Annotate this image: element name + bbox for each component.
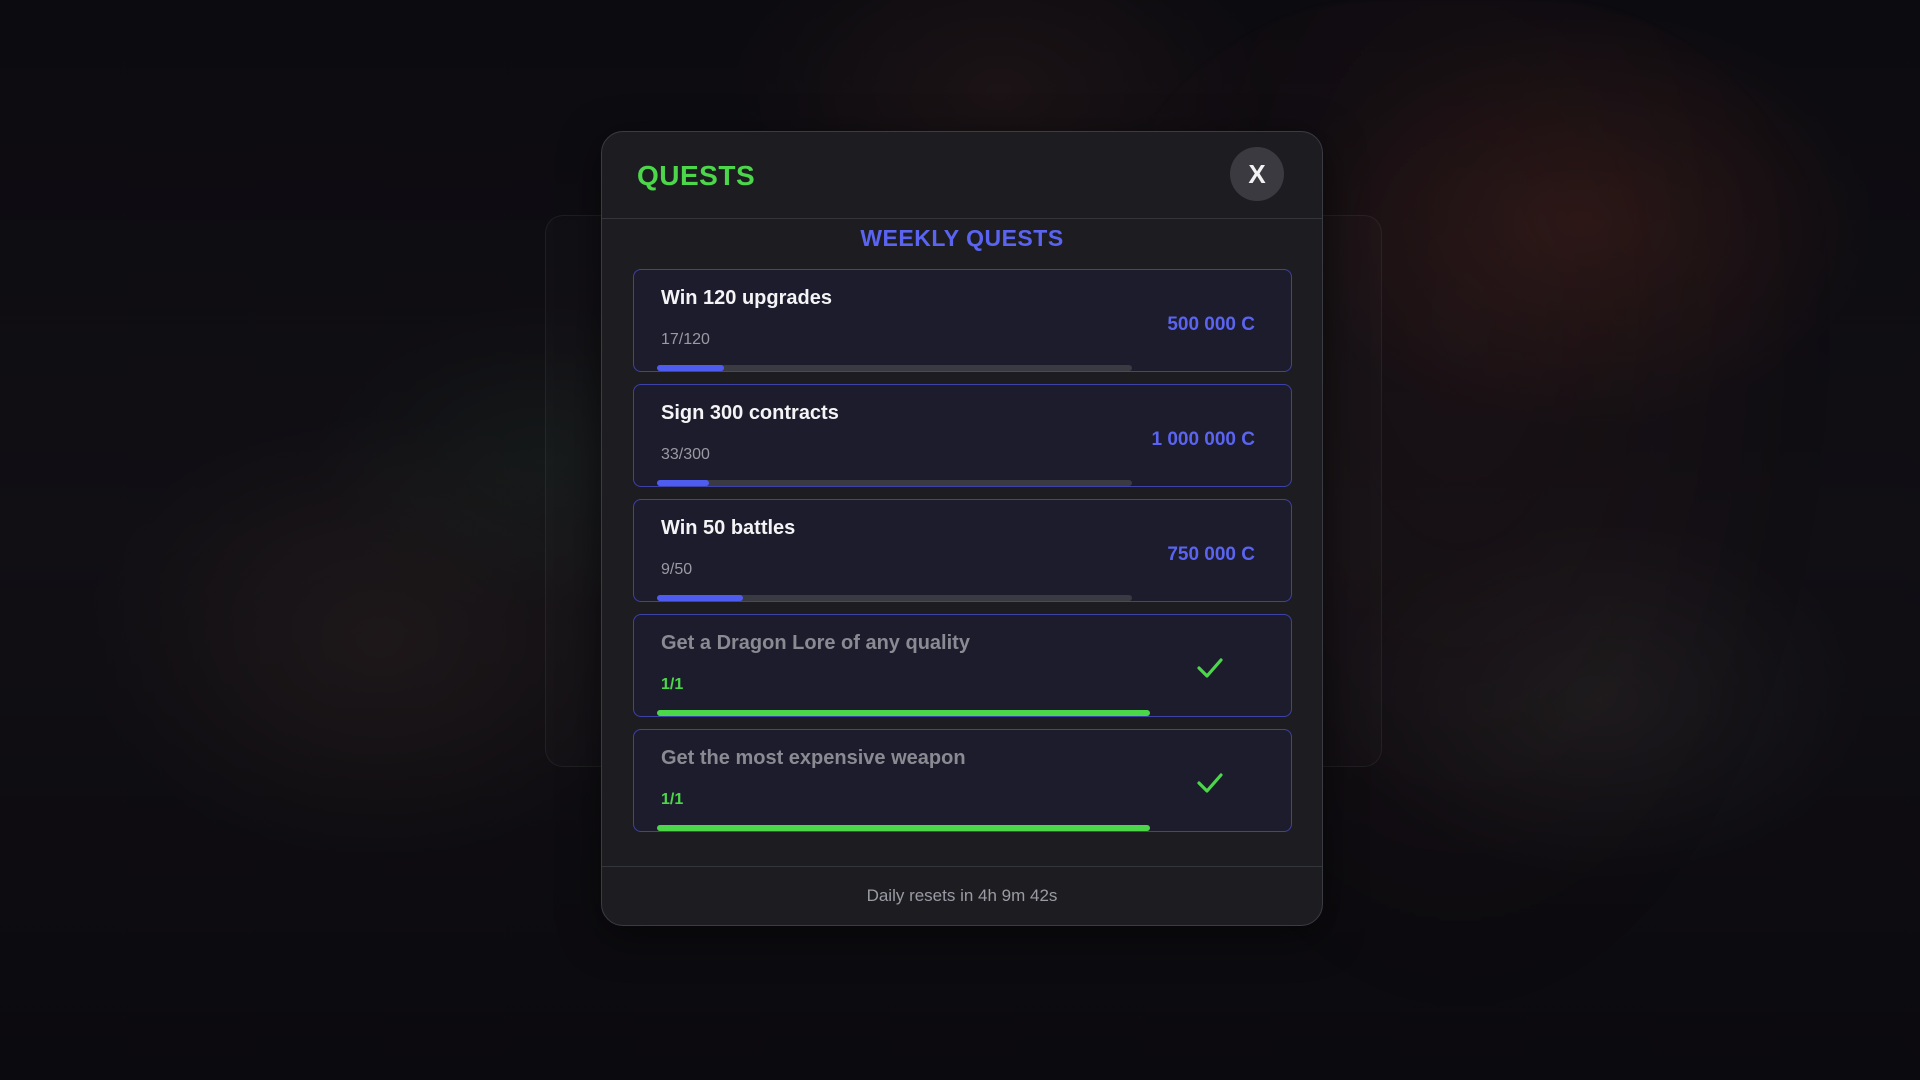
check-icon bbox=[1197, 658, 1223, 678]
check-icon bbox=[1197, 773, 1223, 793]
quest-progress-text: 9/50 bbox=[661, 561, 693, 578]
quest-title: Get the most expensive weapon bbox=[661, 747, 966, 769]
section-title-weekly: WEEKLY QUESTS bbox=[860, 225, 1064, 251]
close-button[interactable]: X bbox=[1230, 147, 1284, 201]
modal-title: QUESTS bbox=[637, 160, 756, 191]
progress-bar bbox=[657, 595, 1132, 601]
quest-progress-text: 1/1 bbox=[661, 676, 684, 693]
quest-card-completed[interactable]: Get the most expensive weapon 1/1 bbox=[633, 729, 1292, 832]
quest-card-completed[interactable]: Get a Dragon Lore of any quality 1/1 bbox=[633, 614, 1292, 717]
quest-reward: 750 000 C bbox=[1167, 544, 1255, 565]
progress-bar-fill bbox=[657, 710, 1150, 716]
progress-bar-fill bbox=[657, 825, 1150, 831]
modal-header: QUESTS X bbox=[602, 132, 1322, 219]
quest-card[interactable]: Sign 300 contracts 33/300 1 000 000 C bbox=[633, 384, 1292, 487]
quest-list: Win 120 upgrades 17/120 500 000 C Sign 3… bbox=[633, 269, 1292, 844]
quest-reward: 500 000 C bbox=[1167, 314, 1255, 335]
quest-progress-text: 17/120 bbox=[661, 331, 710, 348]
quest-reward: 1 000 000 C bbox=[1151, 429, 1255, 450]
modal-footer: Daily resets in 4h 9m 42s bbox=[602, 866, 1322, 925]
progress-bar-fill bbox=[657, 595, 743, 601]
progress-bar bbox=[657, 710, 1150, 716]
quest-progress-text: 1/1 bbox=[661, 791, 684, 808]
quests-modal: QUESTS X WEEKLY QUESTS Win 120 upgrades … bbox=[601, 131, 1323, 926]
progress-bar-fill bbox=[657, 480, 710, 486]
quest-card[interactable]: Win 120 upgrades 17/120 500 000 C bbox=[633, 269, 1292, 372]
quest-card[interactable]: Win 50 battles 9/50 750 000 C bbox=[633, 499, 1292, 602]
quest-title: Win 50 battles bbox=[661, 517, 796, 539]
progress-bar bbox=[657, 480, 1132, 486]
quest-title: Get a Dragon Lore of any quality bbox=[661, 632, 970, 654]
quest-title: Win 120 upgrades bbox=[661, 287, 832, 309]
quest-progress-text: 33/300 bbox=[661, 446, 710, 463]
progress-bar bbox=[657, 825, 1150, 831]
quest-title: Sign 300 contracts bbox=[661, 402, 839, 424]
close-icon: X bbox=[1248, 158, 1266, 189]
reset-timer: Daily resets in 4h 9m 42s bbox=[866, 886, 1058, 905]
progress-bar bbox=[657, 365, 1132, 371]
progress-bar-fill bbox=[657, 365, 725, 371]
